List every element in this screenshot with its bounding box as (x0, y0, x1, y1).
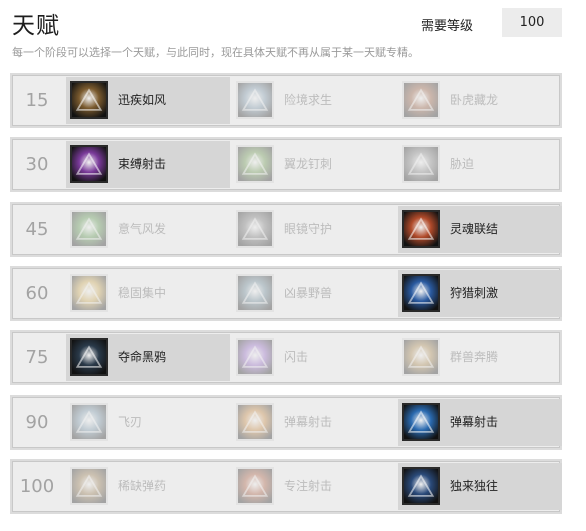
talent-name: 专注射击 (284, 479, 333, 493)
talent-name: 夺命黑鸦 (118, 350, 167, 364)
talent-option[interactable]: 飞刃 (66, 399, 230, 446)
powershot-icon (236, 403, 274, 441)
wyvern-sting-icon (236, 145, 274, 183)
focus-icon (70, 274, 108, 312)
barrage-icon (402, 403, 440, 441)
talent-tier-row: 15 迅疾如风 险境求生 卧虎藏龙 (10, 73, 562, 128)
required-level-label: 需要等级 (421, 19, 474, 34)
talent-name: 险境求生 (284, 93, 333, 107)
intimidation-icon (402, 145, 440, 183)
talent-tier-row: 60 稳固集中 凶暴野兽 狩猎刺激 (10, 266, 562, 321)
talent-tier-row: 30 束缚射击 翼龙钉刺 胁迫 (10, 137, 562, 192)
claw-icon (236, 81, 274, 119)
talent-option[interactable]: 弹幕射击 (232, 399, 396, 446)
beast-icon (402, 81, 440, 119)
talent-option[interactable]: 独来独往 (398, 463, 562, 510)
talent-option[interactable]: 险境求生 (232, 77, 396, 124)
tier-level-label: 60 (25, 283, 49, 304)
talent-name: 胁迫 (450, 157, 475, 171)
tier-level-label: 30 (25, 154, 49, 175)
talent-option[interactable]: 凶暴野兽 (232, 270, 396, 317)
binding-shot-icon (70, 145, 108, 183)
talent-name: 意气风发 (118, 222, 167, 236)
talent-option[interactable]: 稀缺弹药 (66, 463, 230, 510)
page-title: 天赋 (12, 13, 60, 39)
required-level-input[interactable] (502, 8, 562, 37)
talent-name: 群兽奔腾 (450, 350, 499, 364)
talent-name: 卧虎藏龙 (450, 93, 499, 107)
glaive-icon (70, 403, 108, 441)
stampede-icon (402, 338, 440, 376)
talent-option[interactable]: 夺命黑鸦 (66, 334, 230, 381)
talent-name: 凶暴野兽 (284, 286, 333, 300)
talent-name: 闪击 (284, 350, 309, 364)
talent-tier-row: 90 飞刃 弹幕射击 弹幕射击 (10, 395, 562, 450)
talent-option[interactable]: 灵魂联结 (398, 206, 562, 253)
talent-name: 独来独往 (450, 479, 499, 493)
tier-level-label: 45 (25, 219, 49, 240)
talent-name: 稳固集中 (118, 286, 167, 300)
talent-name: 束缚射击 (118, 157, 167, 171)
talent-name: 弹幕射击 (284, 415, 333, 429)
talent-option[interactable]: 稳固集中 (66, 270, 230, 317)
talent-name: 翼龙钉刺 (284, 157, 333, 171)
talent-option[interactable]: 专注射击 (232, 463, 396, 510)
blink-strike-icon (236, 338, 274, 376)
talent-name: 弹幕射击 (450, 415, 499, 429)
talent-option[interactable]: 眼镜守护 (232, 206, 396, 253)
lone-wolf-icon (402, 467, 440, 505)
talent-option[interactable]: 迅疾如风 (66, 77, 230, 124)
talent-name: 狩猎刺激 (450, 286, 499, 300)
talent-option[interactable]: 意气风发 (66, 206, 230, 253)
aspect-icon (236, 210, 274, 248)
ammo-icon (70, 467, 108, 505)
page-subtitle: 每一个阶段可以选择一个天赋，与此同时，现在具体天赋不再从属于某一天赋专精。 (12, 46, 419, 59)
spirit-bond-icon (402, 210, 440, 248)
talent-option[interactable]: 卧虎藏龙 (398, 77, 562, 124)
talent-tier-row: 100 稀缺弹药 专注射击 独来独往 (10, 459, 562, 514)
talent-tier-row: 75 夺命黑鸦 闪击 群兽奔腾 (10, 330, 562, 385)
tier-level-label: 15 (25, 90, 49, 111)
talent-option[interactable]: 弹幕射击 (398, 399, 562, 446)
tier-level-label: 100 (19, 476, 55, 497)
raven-icon (70, 338, 108, 376)
wild-beast-icon (236, 274, 274, 312)
focusing-shot-icon (236, 467, 274, 505)
exhilaration-icon (70, 210, 108, 248)
tier-level-label: 90 (25, 412, 49, 433)
tier-level-label: 75 (25, 347, 49, 368)
talent-name: 稀缺弹药 (118, 479, 167, 493)
talent-option[interactable]: 狩猎刺激 (398, 270, 562, 317)
talent-name: 飞刃 (118, 415, 143, 429)
talent-tier-row: 45 意气风发 眼镜守护 灵魂联结 (10, 202, 562, 257)
talent-option[interactable]: 闪击 (232, 334, 396, 381)
boot-icon (70, 81, 108, 119)
talent-name: 迅疾如风 (118, 93, 167, 107)
talent-name: 眼镜守护 (284, 222, 333, 236)
talent-option[interactable]: 束缚射击 (66, 141, 230, 188)
talent-option[interactable]: 翼龙钉刺 (232, 141, 396, 188)
talent-option[interactable]: 群兽奔腾 (398, 334, 562, 381)
talent-option[interactable]: 胁迫 (398, 141, 562, 188)
thrill-of-hunt-icon (402, 274, 440, 312)
talent-name: 灵魂联结 (450, 222, 499, 236)
